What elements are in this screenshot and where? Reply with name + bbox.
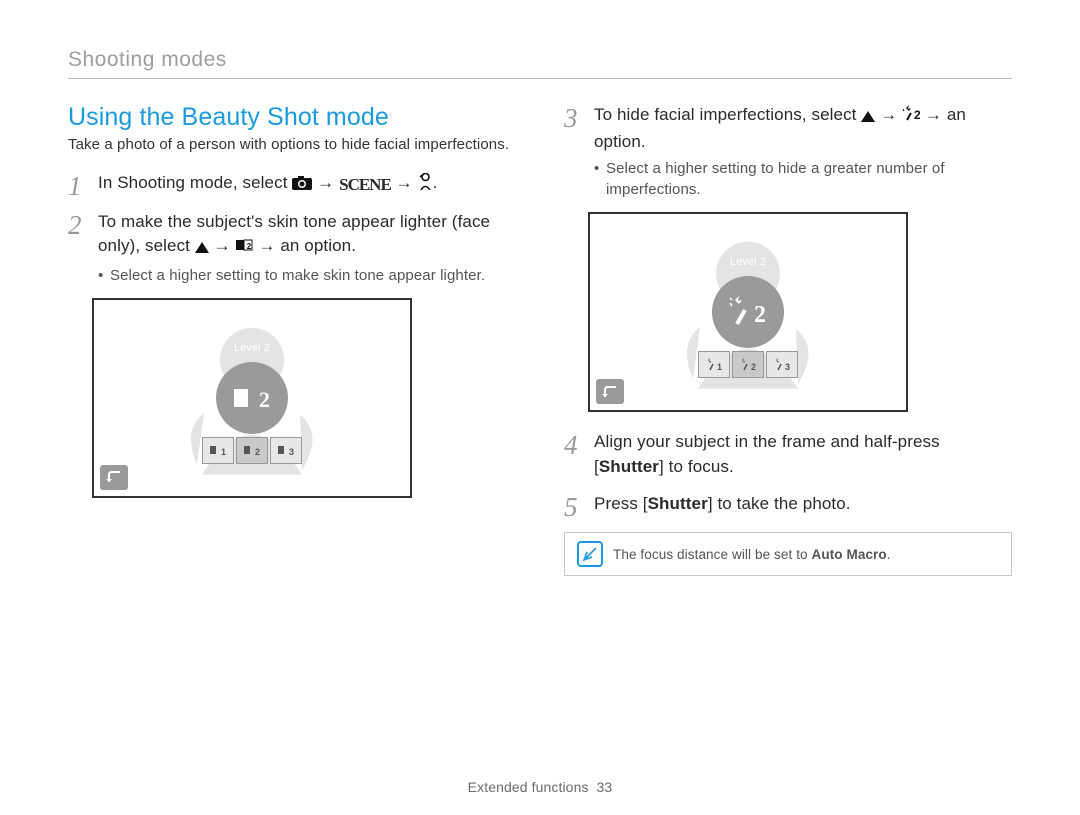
step-5-b: ] to take the photo. xyxy=(708,494,851,513)
level-option-3[interactable]: 3 xyxy=(270,437,302,464)
level-option-1[interactable]: 1 xyxy=(202,437,234,464)
step-3-sub1: Select a higher setting to hide a greate… xyxy=(594,158,1012,200)
step-1: In Shooting mode, select → SCENE → . xyxy=(68,171,516,198)
arrow-3b: → xyxy=(925,105,947,124)
arrow-1b: → xyxy=(396,173,418,192)
step-4-shutter: Shutter xyxy=(599,457,659,476)
steps-list-right-2: Align your subject in the frame and half… xyxy=(564,430,1012,516)
section-header: Shooting modes xyxy=(68,48,1012,79)
back-button[interactable] xyxy=(596,379,624,404)
beauty-mode-icon xyxy=(418,173,433,198)
level-option-2[interactable]: 2 xyxy=(236,437,268,464)
svg-text:2: 2 xyxy=(914,108,920,122)
step-3-sublist: Select a higher setting to hide a greate… xyxy=(594,158,1012,200)
arrow-2a: → xyxy=(214,236,236,255)
face-retouch-dial-icon: 2 xyxy=(727,294,769,330)
step-4: Align your subject in the frame and half… xyxy=(564,430,1012,479)
screenshot-face-retouch: 2 Level 2 1 2 3 xyxy=(588,212,908,412)
arrow-2b: → xyxy=(258,236,280,255)
topic-intro: Take a photo of a person with options to… xyxy=(68,136,516,153)
svg-text:2: 2 xyxy=(751,362,756,372)
step-3-line2: option. xyxy=(594,132,646,151)
step-2-line2b: an option. xyxy=(280,236,356,255)
topic-title: Using the Beauty Shot mode xyxy=(68,103,516,132)
step-2-line1: To make the subject's skin tone appear l… xyxy=(98,212,490,231)
level-badge: Level 2 xyxy=(730,256,766,268)
svg-text:1: 1 xyxy=(717,362,722,372)
level-badge: Level 2 xyxy=(234,342,270,354)
step-2-line2a: only), select xyxy=(98,236,195,255)
level-option-3[interactable]: 3 xyxy=(766,351,798,378)
step-5-shutter: Shutter xyxy=(648,494,708,513)
camera-icon xyxy=(292,173,312,198)
step-2-sublist: Select a higher setting to make skin ton… xyxy=(98,265,516,286)
left-column: Using the Beauty Shot mode Take a photo … xyxy=(68,103,516,576)
step-3-line1a: To hide facial imperfections, select xyxy=(594,105,861,124)
step-5-a: Press [ xyxy=(594,494,648,513)
svg-text:1: 1 xyxy=(221,447,226,457)
two-column-layout: Using the Beauty Shot mode Take a photo … xyxy=(68,103,1012,576)
note-bold: Auto Macro xyxy=(812,547,887,562)
back-arrow-icon xyxy=(106,470,122,484)
svg-text:2: 2 xyxy=(255,447,260,457)
svg-text:3: 3 xyxy=(289,447,294,457)
note-icon xyxy=(577,541,603,567)
face-tone-dial-icon: 2 xyxy=(232,383,272,413)
page-footer: Extended functions 33 xyxy=(0,779,1080,795)
screenshot-face-tone: 2 Level 2 1 2 3 xyxy=(92,298,412,498)
level-option-1[interactable]: 1 xyxy=(698,351,730,378)
level-selector: 1 2 3 xyxy=(202,437,302,464)
center-dial: 2 xyxy=(712,276,784,348)
steps-list-left: In Shooting mode, select → SCENE → . To … xyxy=(68,171,516,286)
up-triangle-icon xyxy=(861,105,875,130)
center-dial: 2 xyxy=(216,362,288,434)
note-box: The focus distance will be set to Auto M… xyxy=(564,532,1012,576)
step-3: To hide facial imperfections, select → 2… xyxy=(564,103,1012,200)
footer-label: Extended functions xyxy=(468,779,589,795)
manual-page: Shooting modes Using the Beauty Shot mod… xyxy=(0,0,1080,815)
svg-text:2: 2 xyxy=(754,302,766,328)
note-text-b: . xyxy=(887,547,891,562)
svg-text:3: 3 xyxy=(785,362,790,372)
arrow-3a: → xyxy=(880,105,902,124)
footer-page-number: 33 xyxy=(597,779,613,795)
svg-text:2: 2 xyxy=(259,387,270,412)
steps-list-right: To hide facial imperfections, select → 2… xyxy=(564,103,1012,200)
note-text-a: The focus distance will be set to xyxy=(613,547,812,562)
level-option-2[interactable]: 2 xyxy=(732,351,764,378)
step-3-line1b: an xyxy=(947,105,966,124)
up-triangle-icon xyxy=(195,236,209,261)
step-5: Press [Shutter] to take the photo. xyxy=(564,492,1012,517)
back-arrow-icon xyxy=(602,385,618,399)
right-column: To hide facial imperfections, select → 2… xyxy=(564,103,1012,576)
level-selector: 1 2 3 xyxy=(698,351,798,378)
back-button[interactable] xyxy=(100,465,128,490)
note-text: The focus distance will be set to Auto M… xyxy=(613,547,891,562)
step-1-text: In Shooting mode, select xyxy=(98,173,292,192)
step-4-b: ] to focus. xyxy=(659,457,734,476)
svg-text:2: 2 xyxy=(246,242,251,251)
arrow-1a: → xyxy=(317,173,339,192)
face-tone-icon: 2 xyxy=(236,236,254,261)
scene-icon: SCENE xyxy=(339,173,391,198)
step-2: To make the subject's skin tone appear l… xyxy=(68,210,516,286)
face-retouch-icon: 2 xyxy=(902,105,920,130)
step-2-sub1: Select a higher setting to make skin ton… xyxy=(98,265,516,286)
